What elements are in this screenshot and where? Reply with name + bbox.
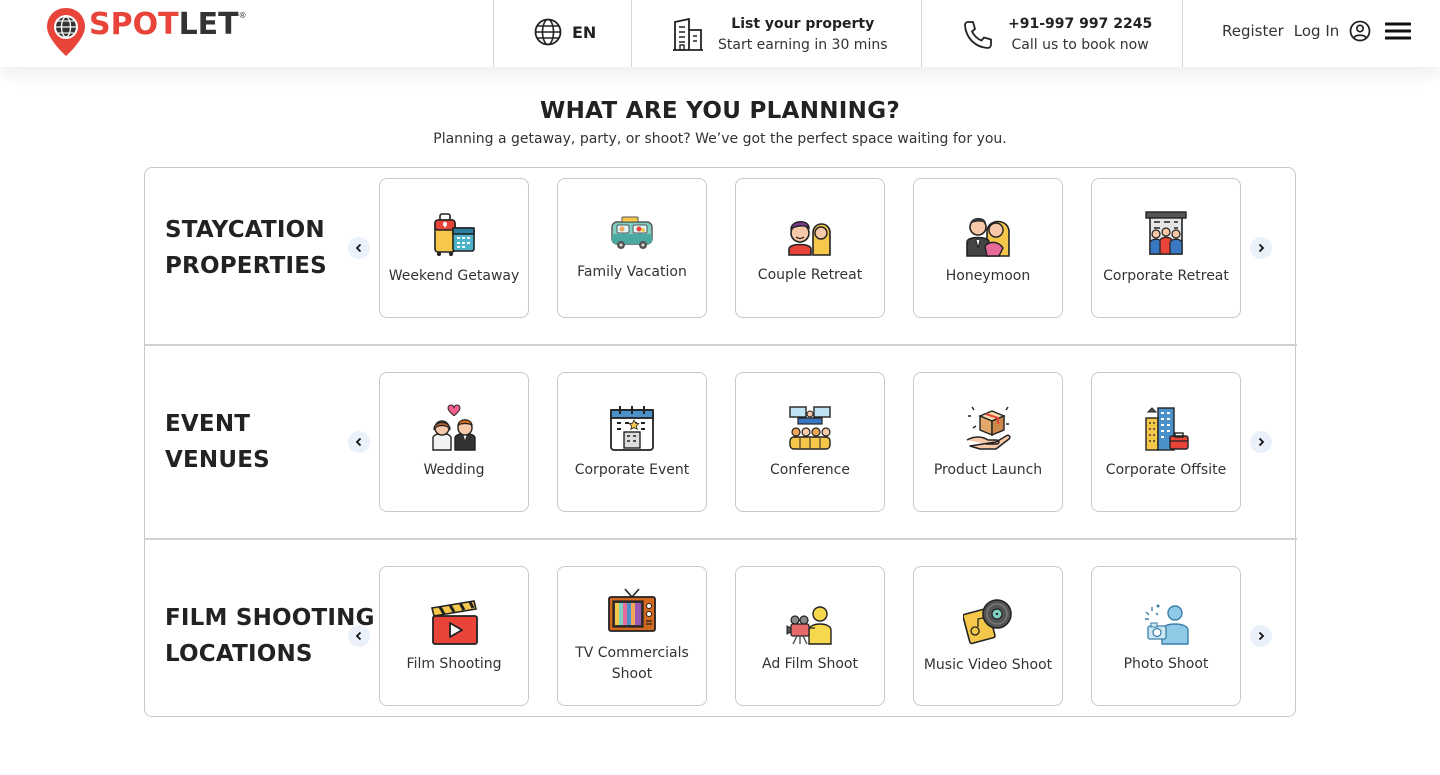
chevron-right-icon [1258,243,1265,253]
top-header: SPOTLET ® EN List your property Start ea… [0,0,1440,67]
hand-box-icon [966,406,1011,450]
category-card-photo-shoot[interactable]: Photo Shoot [1091,566,1241,706]
category-label: Weekend Getaway [388,267,520,284]
list-property-title: List your property [731,16,875,32]
language-label: EN [572,22,597,42]
office-team-icon [1145,210,1187,255]
category-card-family-vacation[interactable]: Family Vacation [557,178,707,318]
call-to-book-link[interactable]: +91-997 997 2245 Call us to book now [962,14,1152,56]
header-divider [631,0,632,67]
category-row-film-shooting: FILM SHOOTING LOCATIONS Film Shooting TV… [145,540,1297,717]
phone-number: +91-997 997 2245 [1008,16,1153,32]
spotlet-logo[interactable]: SPOTLET ® [45,6,247,58]
category-card-honeymoon[interactable]: Honeymoon [913,178,1063,318]
luggage-calendar-icon [434,212,475,256]
scroll-left-button[interactable] [348,625,370,647]
building-icon [673,18,703,51]
camper-van-icon [611,216,653,249]
logo-registered-mark: ® [238,11,247,20]
clapperboard-icon [431,599,478,645]
retro-tv-icon [608,588,656,632]
category-label: Conference [769,461,850,478]
user-circle-icon[interactable] [1349,20,1371,42]
camera-operator-icon [786,605,832,645]
category-label: Ad Film Shoot [762,655,858,672]
chevron-left-icon [355,243,362,253]
row-title-line: PROPERTIES [165,253,327,279]
category-label: Honeymoon [945,267,1031,284]
category-card-corporate-offsite[interactable]: Corporate Offsite [1091,372,1241,512]
page-subtitle: Planning a getaway, party, or shoot? We’… [433,131,1007,147]
row-title: FILM SHOOTING LOCATIONS [165,600,375,672]
register-link[interactable]: Register [1222,22,1284,40]
category-label: Product Launch [933,461,1043,478]
language-selector[interactable]: EN [534,18,596,46]
chevron-left-icon [355,631,362,641]
photographer-icon [1145,604,1189,645]
category-card-film-shooting[interactable]: Film Shooting [379,566,529,706]
logo-text-let: LET [178,7,239,42]
header-divider [921,0,922,67]
category-label: Wedding [423,461,485,478]
page-title: WHAT ARE YOU PLANNING? [539,98,901,124]
chevron-left-icon [355,437,362,447]
list-property-subtitle: Start earning in 30 mins [718,37,888,53]
bride-groom-icon [432,404,476,451]
category-card-conference[interactable]: Conference [735,372,885,512]
header-divider [493,0,494,67]
row-title-line: LOCATIONS [165,641,313,667]
scroll-left-button[interactable] [348,237,370,259]
category-card-weekend-getaway[interactable]: Weekend Getaway [379,178,529,318]
category-label: Music Video Shoot [923,656,1053,673]
scroll-left-button[interactable] [348,431,370,453]
category-card-music-video-shoot[interactable]: Music Video Shoot [913,566,1063,706]
row-title-line: EVENT [165,411,251,437]
globe-icon [534,18,562,46]
couple-icon [788,220,831,256]
category-card-ad-film-shoot[interactable]: Ad Film Shoot [735,566,885,706]
logo-wordmark: SPOTLET [89,10,239,40]
category-row-event-venues: EVENT VENUES Wedding Corporate Event Con… [145,346,1297,539]
category-label: Couple Retreat [757,266,863,283]
scroll-right-button[interactable] [1250,237,1272,259]
calendar-building-icon [610,405,654,451]
location-pin-globe-icon [47,8,85,56]
vinyl-record-icon [963,598,1012,644]
category-label: Corporate Offsite [1105,461,1227,478]
category-label: Photo Shoot [1123,655,1209,672]
embracing-couple-icon [966,217,1010,257]
call-subtitle: Call us to book now [1011,37,1149,53]
category-label: TV Commercials Shoot [575,645,689,682]
login-link[interactable]: Log In [1294,22,1340,40]
row-title-line: FILM SHOOTING [165,605,375,631]
scroll-right-button[interactable] [1250,625,1272,647]
planning-categories-panel: STAYCATION PROPERTIES Weekend Getaway Fa… [144,167,1297,717]
hamburger-menu-icon[interactable] [1385,20,1412,42]
category-card-corporate-retreat[interactable]: Corporate Retreat [1091,178,1241,318]
conference-audience-icon [789,405,831,450]
row-title: STAYCATION PROPERTIES [165,212,365,284]
category-label: Corporate Event [574,461,690,478]
chevron-right-icon [1258,437,1265,447]
row-title: EVENT VENUES [165,406,365,478]
phone-icon [964,21,992,49]
category-card-product-launch[interactable]: Product Launch [913,372,1063,512]
list-property-link[interactable]: List your property Start earning in 30 m… [672,14,888,56]
chevron-right-icon [1258,631,1265,641]
category-card-couple-retreat[interactable]: Couple Retreat [735,178,885,318]
category-card-wedding[interactable]: Wedding [379,372,529,512]
category-row-staycation: STAYCATION PROPERTIES Weekend Getaway Fa… [145,168,1297,345]
row-title-line: STAYCATION [165,217,325,243]
category-card-corporate-event[interactable]: Corporate Event [557,372,707,512]
category-label: Film Shooting [406,655,502,672]
city-briefcase-icon [1145,406,1189,451]
row-title-line: VENUES [165,447,270,473]
header-divider [1182,0,1183,67]
scroll-right-button[interactable] [1250,431,1272,453]
category-label: Family Vacation [577,263,687,280]
auth-links: Register Log In [1222,20,1412,42]
category-label: Corporate Retreat [1103,267,1229,284]
category-card-tv-commercials-shoot[interactable]: TV Commercials Shoot [557,566,707,706]
logo-text-spot: SPOT [89,7,179,42]
